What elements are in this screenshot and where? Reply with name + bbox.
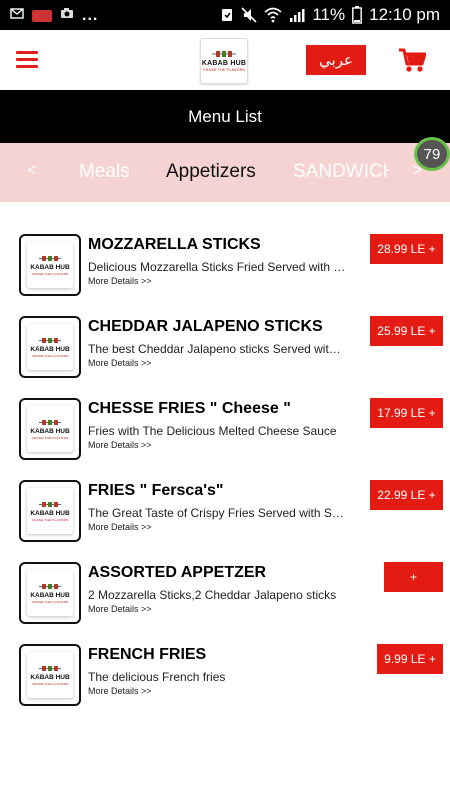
add-to-cart-price-button[interactable]: 17.99 LE + — [370, 398, 443, 428]
kabab-hub-logo: KABAB HUB CHASE THE FLAVORS — [200, 38, 248, 84]
item-thumbnail: KABAB HUB CHASE THE FLAVORS — [19, 316, 81, 378]
more-details-link[interactable]: More Details >> — [88, 440, 152, 450]
thumb-logo-tagline: CHASE THE FLAVORS — [31, 517, 69, 522]
thumb-logo-tagline: CHASE THE FLAVORS — [31, 681, 69, 686]
skewer-logo-icon — [39, 337, 61, 343]
skewer-logo-icon — [39, 419, 61, 425]
clock: 12:10 pm — [369, 5, 440, 24]
item-name: FRIES " Fersca's" — [88, 482, 224, 499]
more-details-link[interactable]: More Details >> — [88, 686, 152, 696]
item-name: MOZZARELLA STICKS — [88, 236, 261, 253]
item-thumbnail: KABAB HUB CHASE THE FLAVORS — [19, 234, 81, 296]
thumb-logo-tagline: CHASE THE FLAVORS — [31, 599, 69, 604]
category-tabs: < Meals Appetizers SANDWICH > — [0, 143, 450, 202]
item-description: Delicious Mozzarella Sticks Fried Served… — [88, 260, 346, 274]
status-bar: ... 11% 12:10 pm — [0, 0, 450, 30]
item-description: The Great Taste of Crispy Fries Served w… — [88, 506, 346, 520]
item-description: The delicious French fries — [88, 670, 226, 684]
item-name: FRENCH FRIES — [88, 646, 207, 663]
add-to-cart-price-button[interactable]: 28.99 LE + — [370, 234, 443, 264]
more-details-link[interactable]: More Details >> — [88, 522, 152, 532]
mute-icon — [241, 7, 257, 23]
screen: ... 11% 12:10 pm KABAB HUB CHASE THE FLA… — [0, 0, 450, 800]
skewer-logo-icon — [39, 665, 61, 671]
item-description: Fries with The Delicious Melted Cheese S… — [88, 424, 337, 438]
battery-icon — [352, 6, 363, 24]
camera-icon — [60, 6, 74, 25]
menu-item[interactable]: KABAB HUB CHASE THE FLAVORS ASSORTED APP… — [0, 560, 450, 626]
item-thumbnail: KABAB HUB CHASE THE FLAVORS — [19, 480, 81, 542]
floating-badge[interactable]: 79 — [414, 137, 450, 171]
signal-icon — [289, 7, 305, 23]
thumb-logo-tagline: CHASE THE FLAVORS — [31, 353, 69, 358]
more-details-link[interactable]: More Details >> — [88, 276, 152, 286]
thumb-logo-title: KABAB HUB — [30, 509, 70, 517]
thumb-logo-tagline: CHASE THE FLAVORS — [31, 435, 69, 440]
thumb-logo-title: KABAB HUB — [30, 263, 70, 271]
thumb-logo-tagline: CHASE THE FLAVORS — [31, 271, 69, 276]
thumb-logo-title: KABAB HUB — [30, 427, 70, 435]
skewer-logo-icon — [39, 583, 61, 589]
tab-meals[interactable]: Meals — [79, 161, 130, 183]
skewer-logo-icon — [39, 501, 61, 507]
thumb-logo-title: KABAB HUB — [30, 673, 70, 681]
item-thumbnail: KABAB HUB CHASE THE FLAVORS — [19, 398, 81, 460]
menu-item[interactable]: KABAB HUB CHASE THE FLAVORS FRENCH FRIES… — [0, 642, 450, 708]
tabs-prev-arrow[interactable]: < — [27, 162, 36, 180]
app-header: KABAB HUB CHASE THE FLAVORS عربي — [0, 30, 450, 90]
thumb-logo-title: KABAB HUB — [30, 591, 70, 599]
mail-icon — [10, 6, 24, 25]
status-overflow: ... — [82, 6, 99, 24]
cart-icon[interactable] — [398, 47, 427, 73]
item-thumbnail: KABAB HUB CHASE THE FLAVORS — [19, 562, 81, 624]
menu-item[interactable]: KABAB HUB CHASE THE FLAVORS CHESSE FRIES… — [0, 396, 450, 462]
status-system: 11% 12:10 pm — [220, 5, 440, 25]
item-description: 2 Mozzarella Sticks,2 Cheddar Jalapeno s… — [88, 588, 337, 602]
add-to-cart-price-button[interactable]: + — [384, 562, 443, 592]
more-details-link[interactable]: More Details >> — [88, 604, 152, 614]
add-to-cart-price-button[interactable]: 25.99 LE + — [370, 316, 443, 346]
app-notification-icon — [32, 9, 52, 22]
alarm-icon — [220, 7, 234, 23]
thumb-logo-title: KABAB HUB — [30, 345, 70, 353]
add-to-cart-price-button[interactable]: 9.99 LE + — [377, 644, 443, 674]
language-button[interactable]: عربي — [306, 45, 366, 75]
page-title-bar: Menu List — [0, 90, 450, 143]
page-title: Menu List — [188, 106, 262, 126]
item-description: The best Cheddar Jalapeno sticks Served … — [88, 342, 346, 356]
item-name: ASSORTED APPETZER — [88, 564, 267, 581]
tab-sandwich[interactable]: SANDWICH — [293, 161, 389, 183]
more-details-link[interactable]: More Details >> — [88, 358, 152, 368]
add-to-cart-price-button[interactable]: 22.99 LE + — [370, 480, 443, 510]
menu-item[interactable]: KABAB HUB CHASE THE FLAVORS MOZZARELLA S… — [0, 232, 450, 298]
item-name: CHEDDAR JALAPENO STICKS — [88, 318, 323, 335]
menu-icon[interactable] — [16, 51, 38, 69]
item-thumbnail: KABAB HUB CHASE THE FLAVORS — [19, 644, 81, 706]
skewer-logo-icon — [212, 51, 236, 57]
battery-percent: 11% — [312, 5, 346, 24]
status-notifications: ... — [10, 6, 98, 25]
menu-item[interactable]: KABAB HUB CHASE THE FLAVORS FRIES " Fers… — [0, 478, 450, 544]
wifi-icon — [264, 7, 282, 23]
skewer-logo-icon — [39, 255, 61, 261]
menu-item[interactable]: KABAB HUB CHASE THE FLAVORS CHEDDAR JALA… — [0, 314, 450, 380]
tab-appetizers[interactable]: Appetizers — [166, 161, 256, 183]
item-name: CHESSE FRIES " Cheese " — [88, 400, 291, 417]
